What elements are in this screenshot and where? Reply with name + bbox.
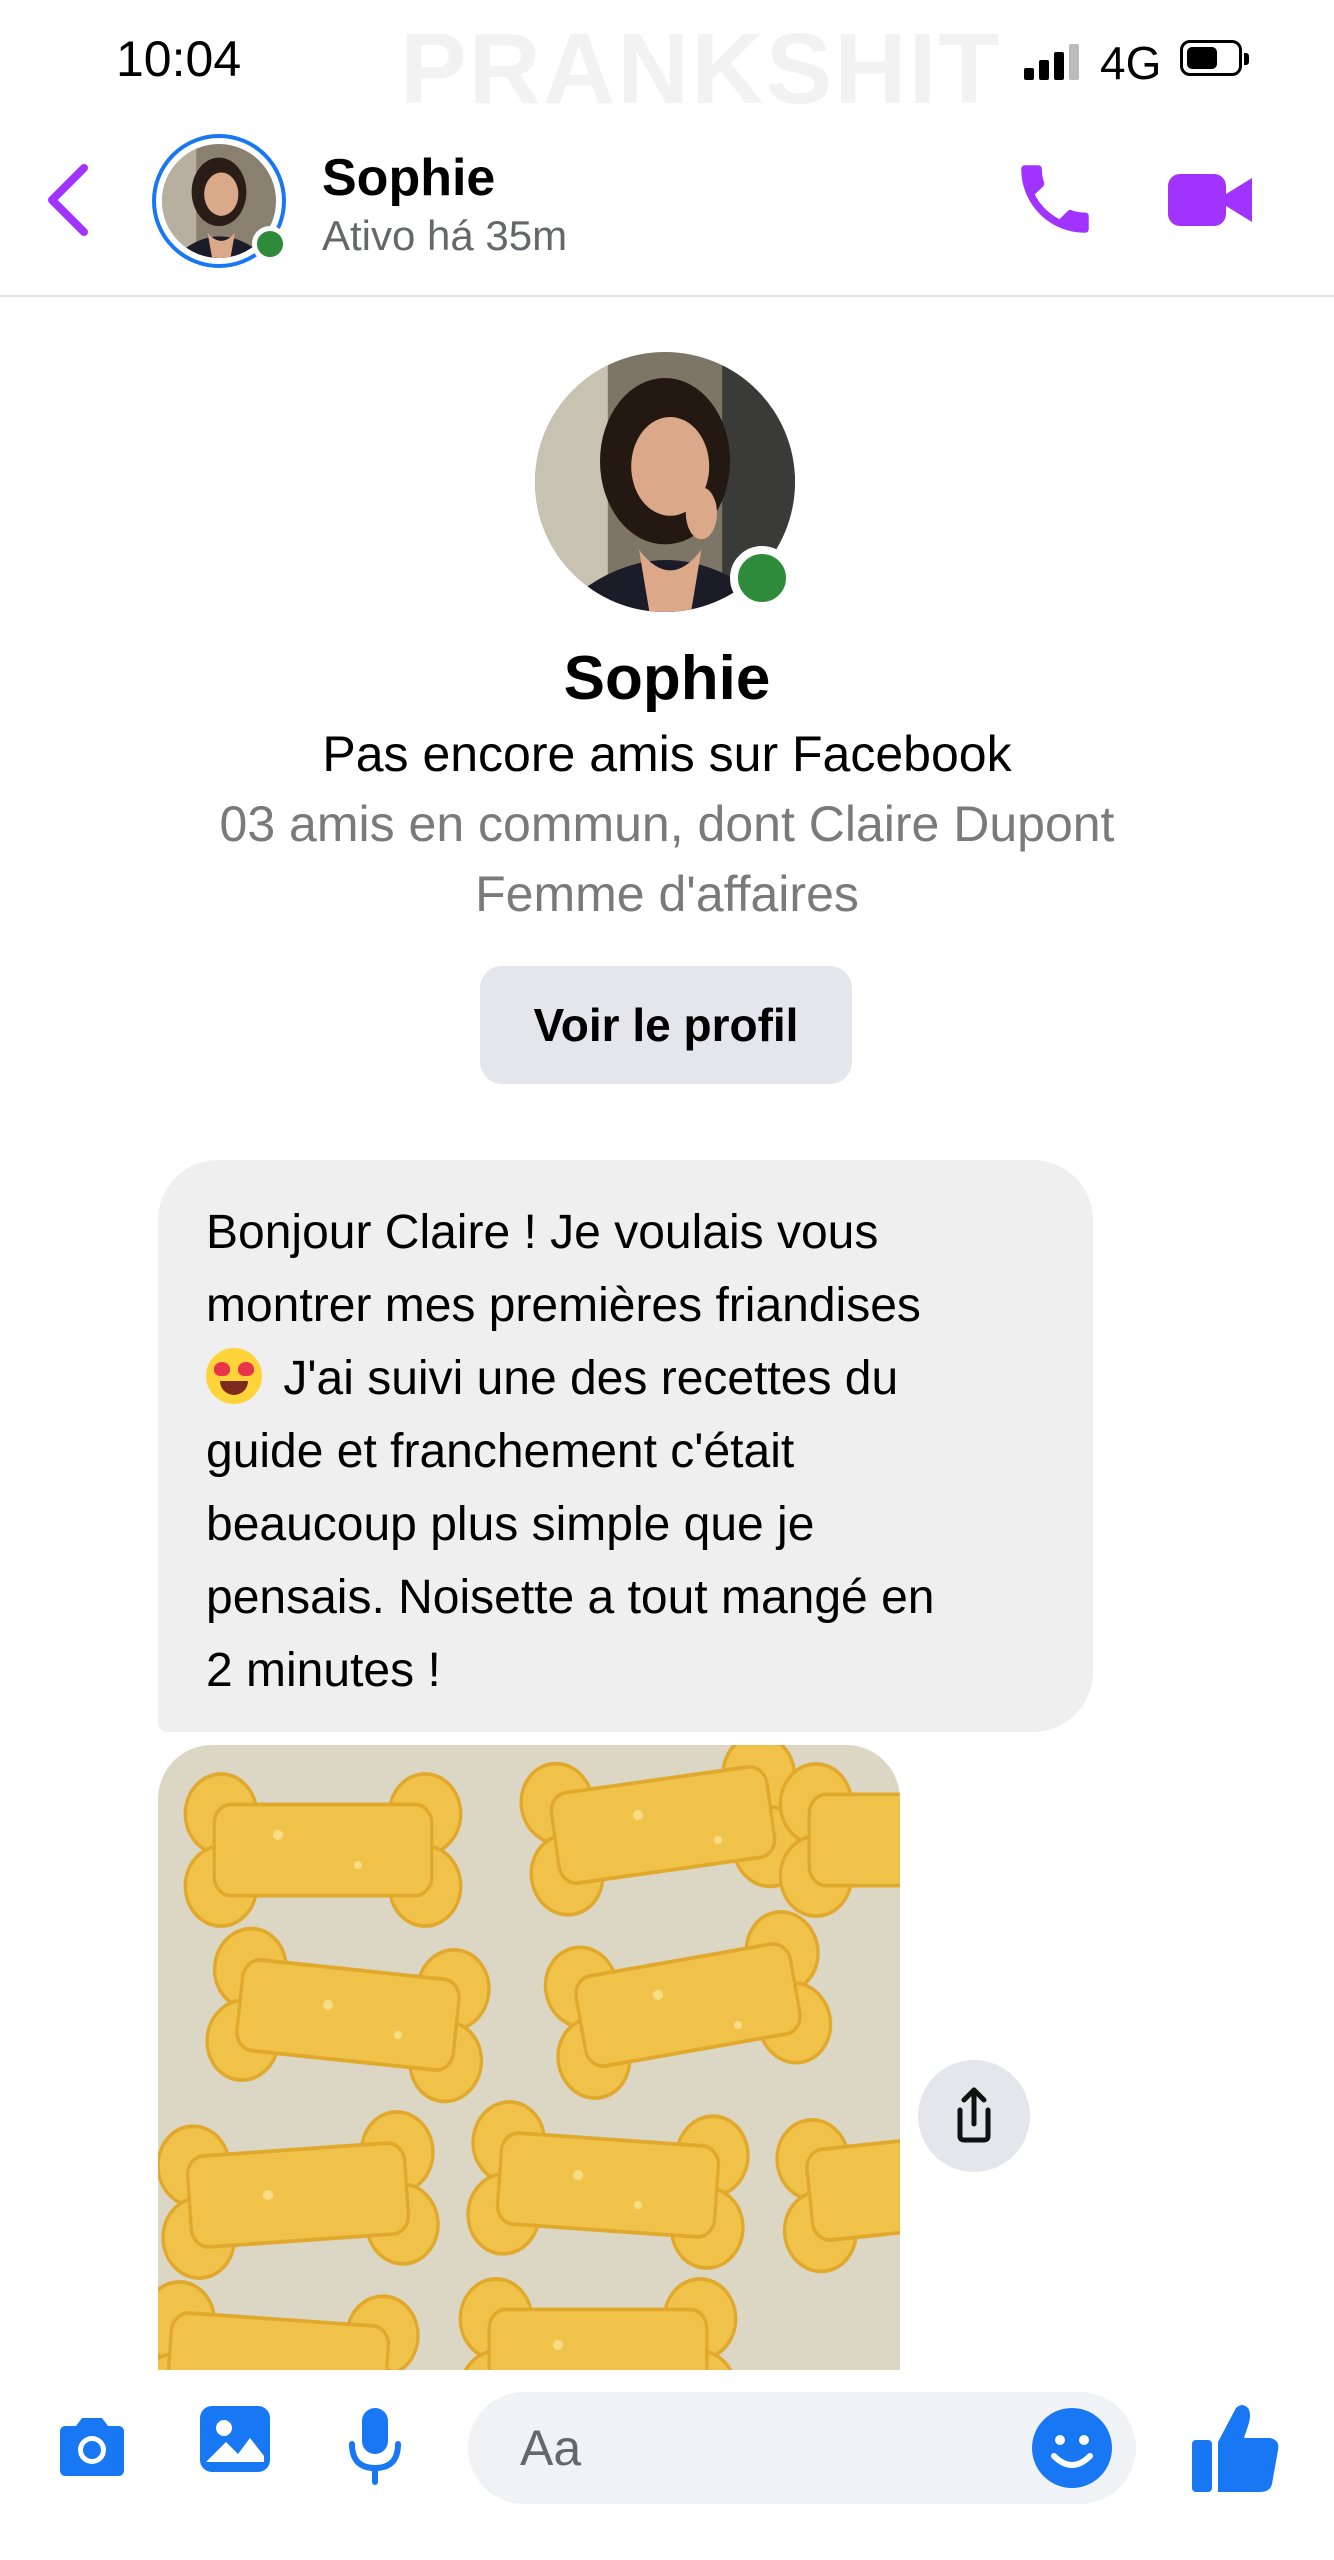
message-line: beaucoup plus simple que je xyxy=(206,1498,815,1551)
occupation: Femme d'affaires xyxy=(475,866,859,922)
composer-bar xyxy=(0,2370,1334,2560)
camera-icon[interactable] xyxy=(52,2408,132,2488)
profile-online-indicator xyxy=(730,546,794,610)
message-line: guide et franchement c'était xyxy=(206,1425,795,1478)
dog-treats-image xyxy=(158,1745,900,2370)
back-icon[interactable] xyxy=(40,160,100,240)
message-line: Bonjour Claire ! Je voulais vous xyxy=(206,1206,879,1259)
phone-icon[interactable] xyxy=(1010,154,1100,244)
message-line: montrer mes premières friandises xyxy=(206,1279,921,1332)
signal-icon xyxy=(1024,44,1084,80)
online-indicator xyxy=(252,226,288,262)
message-line-text: J'ai suivi une des recettes du xyxy=(283,1352,899,1405)
video-call-icon[interactable] xyxy=(1168,160,1254,240)
contact-name[interactable]: Sophie xyxy=(322,148,495,208)
gallery-icon[interactable] xyxy=(196,2400,274,2478)
share-icon[interactable] xyxy=(918,2060,1030,2172)
network-label: 4G xyxy=(1100,37,1162,89)
mutual-friends: 03 amis en commun, dont Claire Dupont xyxy=(219,796,1115,852)
message-photo[interactable] xyxy=(158,1745,900,2370)
message-line: J'ai suivi une des recettes du xyxy=(206,1342,1047,1415)
watermark: PRANKSHIT xyxy=(400,13,1002,125)
status-bar: 10:04 PRANKSHIT 4G xyxy=(0,0,1334,125)
contact-status: Ativo há 35m xyxy=(322,212,568,259)
friendship-status: Pas encore amis sur Facebook xyxy=(322,726,1012,782)
heart-eyes-emoji-icon xyxy=(206,1348,262,1404)
status-time: 10:04 xyxy=(116,31,242,87)
microphone-icon[interactable] xyxy=(340,2404,410,2488)
message-bubble[interactable]: Bonjour Claire ! Je voulais vous montrer… xyxy=(158,1160,1093,1732)
battery-icon xyxy=(1180,40,1249,76)
view-profile-button[interactable]: Voir le profil xyxy=(480,966,852,1084)
chat-header: Sophie Ativo há 35m xyxy=(0,120,1334,297)
emoji-icon[interactable] xyxy=(1030,2406,1114,2490)
message-line: 2 minutes ! xyxy=(206,1644,441,1697)
profile-name: Sophie xyxy=(563,644,771,713)
thumbs-up-icon[interactable] xyxy=(1190,2400,1280,2496)
message-line: pensais. Noisette a tout mangé en xyxy=(206,1571,935,1624)
